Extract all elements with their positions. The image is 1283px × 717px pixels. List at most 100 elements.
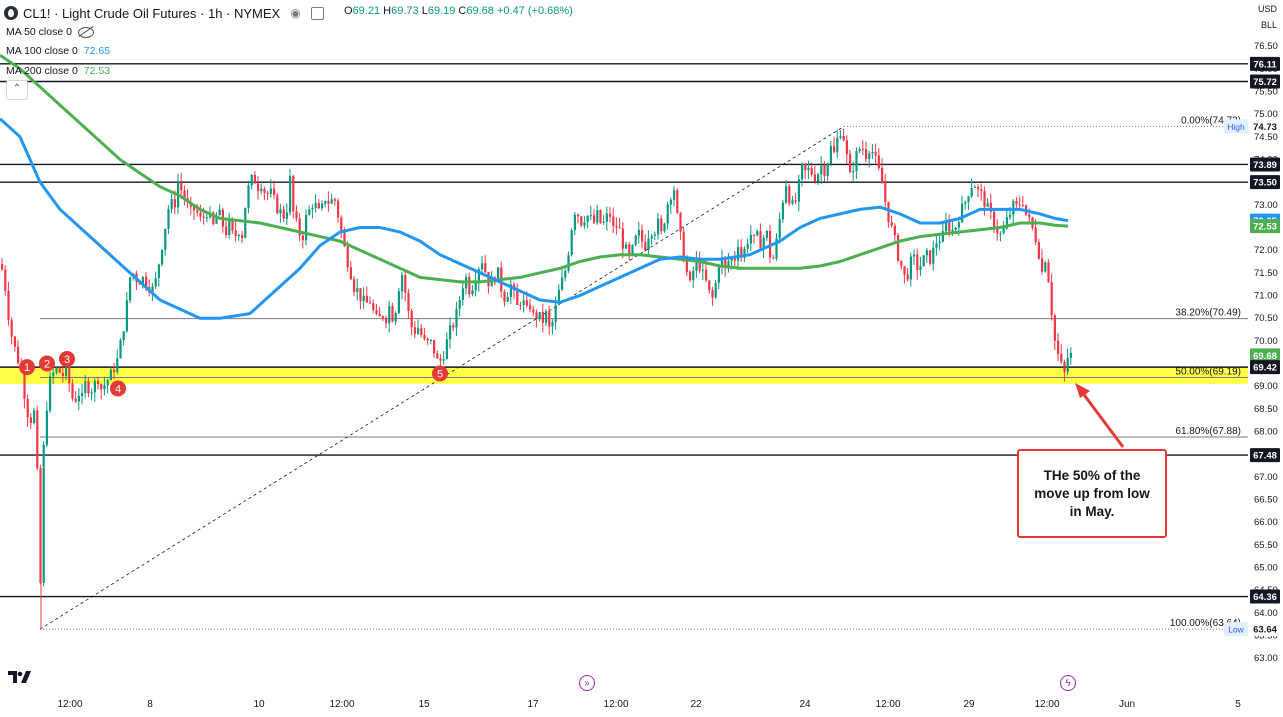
candle-body xyxy=(122,331,125,341)
candle-body xyxy=(660,218,663,232)
candle-body xyxy=(593,215,596,223)
candle-body xyxy=(433,339,436,354)
hidden-eye-icon[interactable] xyxy=(77,26,94,38)
candle-body xyxy=(1060,353,1063,362)
time-tick-label: 12:00 xyxy=(875,699,900,710)
symbol-title[interactable]: CL1! · Light Crude Oil Futures · 1h · NY… xyxy=(23,6,280,21)
price-badge-label: 73.89 xyxy=(1253,160,1277,171)
forward-icon[interactable]: » xyxy=(579,675,595,691)
candle-body xyxy=(106,379,109,386)
candle-body xyxy=(788,186,791,204)
candle-body xyxy=(157,264,160,279)
indicator-label: MA 200 close 0 xyxy=(6,65,78,77)
candle-body xyxy=(401,275,404,292)
candle-body xyxy=(554,304,557,323)
candle-body xyxy=(257,183,260,192)
candle-body xyxy=(692,270,695,281)
candle-body xyxy=(749,234,752,244)
candle-body xyxy=(842,136,845,141)
candle-body xyxy=(1050,282,1053,316)
candle-body xyxy=(417,328,420,334)
time-tick-label: 12:00 xyxy=(603,699,628,710)
price-tick-label: 66.00 xyxy=(1254,517,1278,528)
candle-body xyxy=(109,369,112,380)
indicator-ma50[interactable]: MA 50 close 0 xyxy=(6,26,94,38)
candle-body xyxy=(519,304,522,306)
candle-body xyxy=(599,210,602,223)
candle-body xyxy=(609,213,612,217)
candle-body xyxy=(349,267,352,280)
candle-body xyxy=(781,202,784,220)
candle-body xyxy=(1015,201,1018,205)
indicator-label: MA 100 close 0 xyxy=(6,45,78,57)
candle-body xyxy=(628,244,631,255)
candle-body xyxy=(538,311,541,319)
candle-body xyxy=(481,263,484,270)
bolt-icon[interactable]: ϟ xyxy=(1060,675,1076,691)
price-tick-label: 70.50 xyxy=(1254,313,1278,324)
ma200-line xyxy=(0,53,1069,284)
candle-body xyxy=(871,152,874,154)
candle-body xyxy=(196,210,199,213)
candle-body xyxy=(1047,262,1050,283)
candle-body xyxy=(1028,214,1031,218)
time-tick-label: 17 xyxy=(527,699,539,710)
candle-body xyxy=(746,243,749,249)
candle-body xyxy=(615,226,618,228)
annotation-callout[interactable]: THe 50% of the move up from low in May. xyxy=(1017,449,1167,538)
candle-body xyxy=(260,188,263,192)
indicator-ma200[interactable]: MA 200 close 0 72.53 xyxy=(6,65,110,77)
candle-body xyxy=(1063,361,1066,372)
candle-body xyxy=(529,305,532,310)
candle-body xyxy=(765,231,768,238)
candle-body xyxy=(589,215,592,217)
candle-body xyxy=(791,200,794,204)
candle-body xyxy=(468,276,471,295)
candle-body xyxy=(1057,340,1060,354)
candle-body xyxy=(436,353,439,359)
candle-body xyxy=(327,201,330,204)
candle-body xyxy=(458,299,461,309)
marker-label: 3 xyxy=(64,354,70,366)
candle-body xyxy=(26,398,29,418)
eye-icon[interactable]: ◉ xyxy=(290,6,300,20)
candle-body xyxy=(650,235,653,239)
candle-body xyxy=(161,249,164,265)
candle-body xyxy=(666,204,669,224)
candle-body xyxy=(356,288,359,292)
candle-body xyxy=(673,190,676,200)
candle-body xyxy=(701,269,704,271)
collapse-indicators-button[interactable]: ⌃ xyxy=(6,80,28,100)
open-label: O xyxy=(344,5,353,17)
candle-body xyxy=(199,212,202,217)
low-value: 69.19 xyxy=(427,5,456,17)
candle-body xyxy=(525,300,528,306)
candle-body xyxy=(74,398,77,402)
candle-body xyxy=(442,358,445,361)
candle-body xyxy=(1053,315,1056,341)
candle-body xyxy=(225,226,228,235)
candle-body xyxy=(61,372,64,376)
candle-body xyxy=(180,182,183,191)
candle-body xyxy=(292,175,295,212)
settings-icon[interactable] xyxy=(310,6,324,20)
candle-body xyxy=(980,189,983,192)
candle-body xyxy=(753,234,756,236)
candle-body xyxy=(93,380,96,393)
price-tick-label: 74.50 xyxy=(1254,132,1278,143)
candle-body xyxy=(263,188,266,193)
time-axis[interactable]: 12:00 8 10 12:00 15 17 12:00 22 24 12:00 29 12:00 Ju… xyxy=(57,699,1241,710)
candle-body xyxy=(385,317,388,324)
indicator-ma100[interactable]: MA 100 close 0 72.65 xyxy=(6,45,110,57)
candle-body xyxy=(852,171,855,173)
unit-label[interactable]: BLL xyxy=(1261,20,1277,30)
candle-body xyxy=(1009,214,1012,218)
arrow-shaft xyxy=(1080,391,1125,448)
time-tick-label: 12:00 xyxy=(1034,699,1059,710)
price-chart[interactable]: 0.00%(74.73)38.20%(70.49)50.00%(69.19)61… xyxy=(0,0,1283,717)
currency-label[interactable]: USD xyxy=(1258,4,1277,14)
candle-body xyxy=(305,214,308,241)
price-tick-label: 73.00 xyxy=(1254,200,1278,211)
price-axis[interactable]: 63.0063.5064.0064.5065.0065.5066.0066.50… xyxy=(1224,0,1283,717)
ohlc-values: O69.21 H69.73 L69.19 C69.68 +0.47 (+0.68… xyxy=(344,5,573,17)
